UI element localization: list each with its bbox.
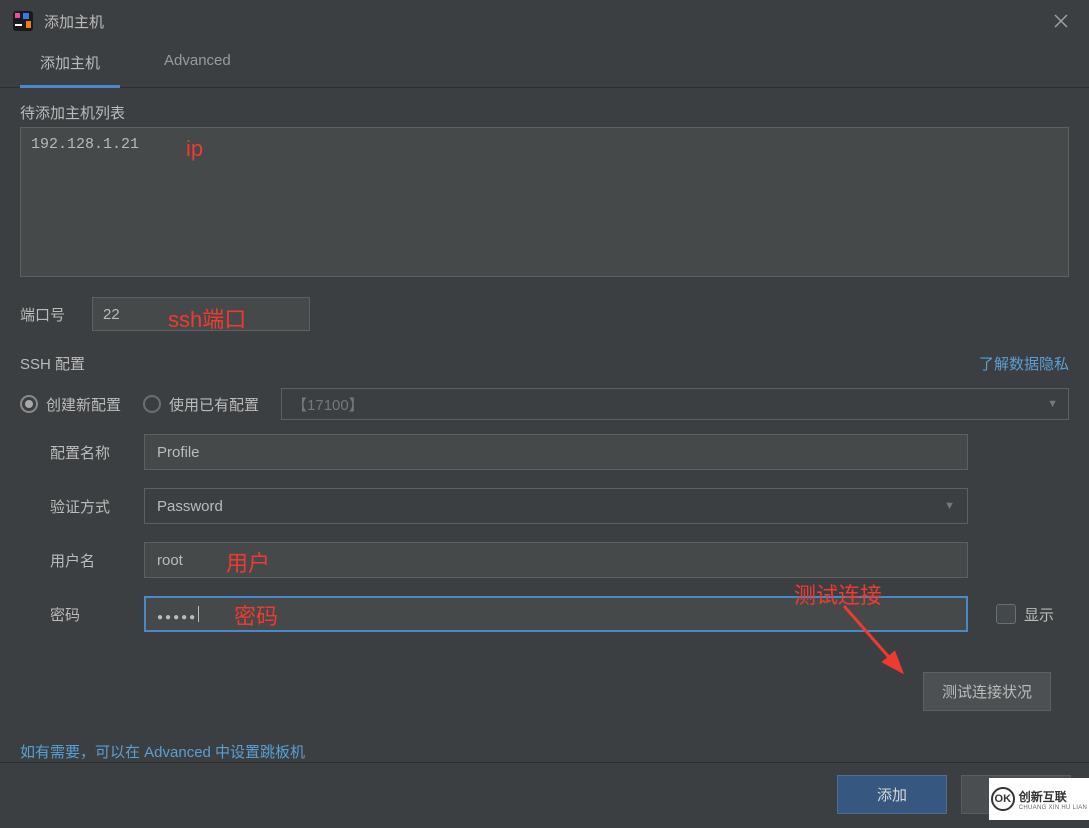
advanced-hint[interactable]: 如有需要，可以在 Advanced 中设置跳板机 bbox=[20, 741, 1069, 762]
radio-existing-label: 使用已有配置 bbox=[169, 394, 259, 415]
profile-name-input[interactable] bbox=[144, 434, 968, 470]
profile-placeholder: 【17100】 bbox=[292, 394, 364, 415]
privacy-link[interactable]: 了解数据隐私 bbox=[979, 353, 1069, 374]
ssh-section-title: SSH 配置 bbox=[20, 353, 85, 374]
port-input[interactable] bbox=[92, 297, 310, 331]
close-button[interactable] bbox=[1045, 5, 1077, 37]
host-list-label: 待添加主机列表 bbox=[20, 102, 1069, 123]
auth-method-label: 验证方式 bbox=[50, 496, 128, 517]
tab-bar: 添加主机 Advanced bbox=[0, 42, 1089, 88]
host-list-textarea[interactable] bbox=[20, 127, 1069, 277]
radio-icon-unchecked bbox=[143, 395, 161, 413]
password-mask: ●●●●● bbox=[157, 612, 197, 623]
radio-existing-config[interactable]: 使用已有配置 bbox=[143, 394, 259, 415]
show-password-checkbox[interactable] bbox=[996, 604, 1016, 624]
close-icon bbox=[1054, 14, 1068, 28]
existing-profile-select[interactable]: 【17100】 ▼ bbox=[281, 388, 1069, 420]
test-connection-button[interactable]: 测试连接状况 bbox=[923, 672, 1051, 711]
auth-method-select[interactable]: Password ▼ bbox=[144, 488, 968, 524]
chevron-down-icon: ▼ bbox=[944, 500, 955, 512]
username-input[interactable] bbox=[144, 542, 968, 578]
tab-add-host[interactable]: 添加主机 bbox=[20, 42, 120, 87]
radio-new-config[interactable]: 创建新配置 bbox=[20, 394, 121, 415]
tab-advanced[interactable]: Advanced bbox=[144, 42, 251, 87]
watermark-brand: 创新互联 bbox=[1019, 788, 1087, 805]
watermark-logo: OK bbox=[991, 787, 1015, 811]
show-password-label: 显示 bbox=[1024, 604, 1054, 625]
username-label: 用户名 bbox=[50, 550, 128, 571]
profile-name-label: 配置名称 bbox=[50, 442, 128, 463]
auth-method-value: Password bbox=[157, 498, 223, 515]
app-icon bbox=[12, 10, 34, 32]
password-label: 密码 bbox=[50, 604, 128, 625]
window-title: 添加主机 bbox=[44, 11, 104, 32]
chevron-down-icon: ▼ bbox=[1047, 398, 1058, 410]
port-label: 端口号 bbox=[20, 304, 78, 325]
password-input[interactable]: ●●●●● bbox=[144, 596, 968, 632]
add-button[interactable]: 添加 bbox=[837, 775, 947, 814]
radio-icon-checked bbox=[20, 395, 38, 413]
dialog-footer: 添加 取消 bbox=[0, 762, 1089, 828]
radio-new-label: 创建新配置 bbox=[46, 394, 121, 415]
watermark-sub: CHUANG XIN HU LIAN bbox=[1019, 805, 1087, 811]
watermark: OK 创新互联 CHUANG XIN HU LIAN bbox=[989, 778, 1089, 820]
title-bar: 添加主机 bbox=[0, 0, 1089, 42]
text-caret bbox=[198, 606, 199, 622]
